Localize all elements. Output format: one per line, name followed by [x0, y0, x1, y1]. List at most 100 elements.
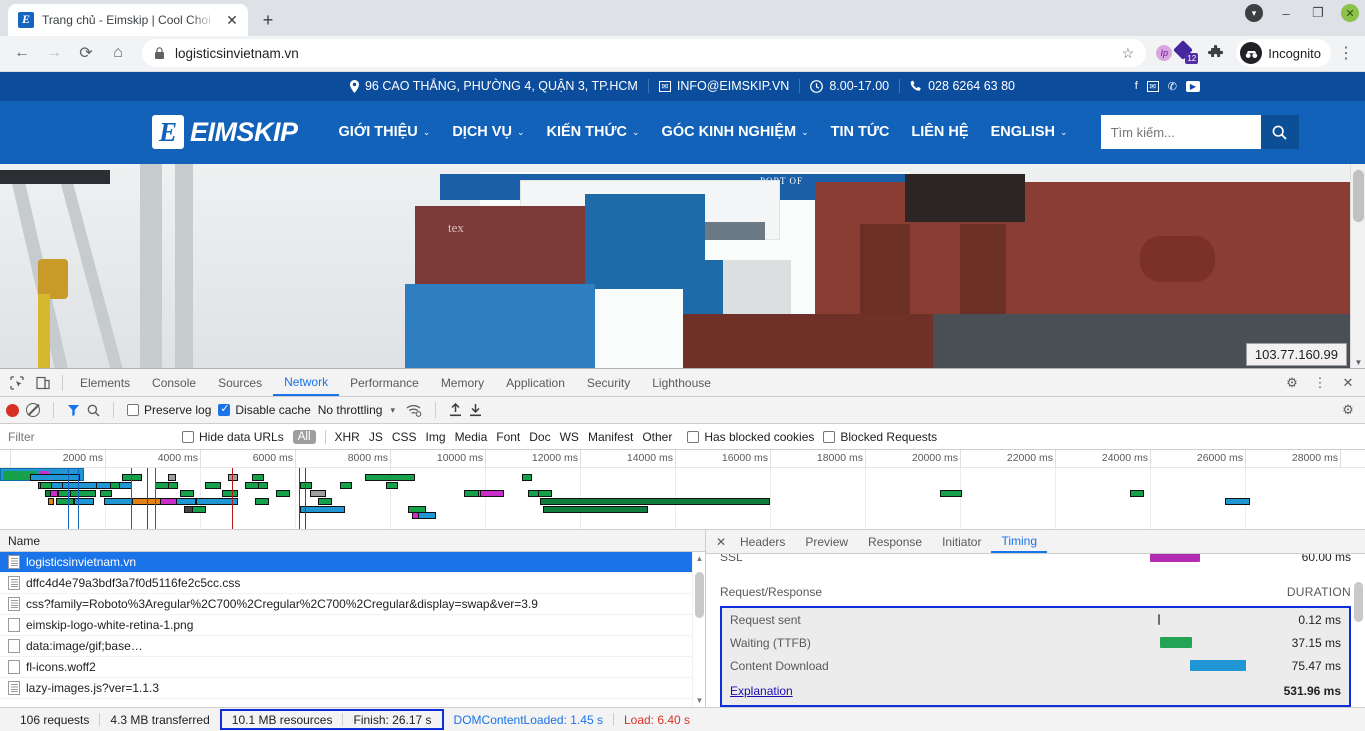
checkbox-box[interactable]: [218, 402, 231, 417]
record-button-icon[interactable]: [6, 403, 19, 417]
type-filter-doc[interactable]: Doc: [529, 430, 550, 444]
browser-tab[interactable]: E Trang chủ - Eimskip | Cool Choi ✕: [8, 3, 248, 36]
home-icon[interactable]: ⌂: [104, 39, 132, 67]
checkbox-box[interactable]: [127, 404, 139, 417]
type-filter-other[interactable]: Other: [642, 430, 672, 444]
close-icon[interactable]: ✕: [224, 12, 240, 28]
scroll-down-arrow-icon[interactable]: ▼: [693, 694, 705, 707]
tab-security[interactable]: Security: [576, 369, 641, 396]
table-row[interactable]: logisticsinvietnam.vn: [0, 552, 705, 574]
overview-waterfall[interactable]: [0, 468, 1365, 530]
type-filter-all[interactable]: All: [292, 429, 316, 444]
tab-headers[interactable]: Headers: [730, 530, 795, 553]
blocked-requests-checkbox[interactable]: Blocked Requests: [823, 430, 937, 444]
profile-incognito-button[interactable]: Incognito: [1236, 39, 1331, 68]
gear-icon[interactable]: ⚙: [1335, 397, 1361, 423]
type-filter-ws[interactable]: WS: [560, 430, 579, 444]
puzzle-extension-icon[interactable]: [1202, 39, 1230, 67]
filter-input[interactable]: [8, 429, 173, 444]
close-devtools-icon[interactable]: ✕: [1335, 370, 1361, 396]
inspect-element-icon[interactable]: [4, 370, 30, 396]
nav-item-kien-thuc[interactable]: KIẾN THỨC ⌄: [535, 124, 650, 140]
table-row[interactable]: lazy-images.js?ver=1.1.3: [0, 678, 705, 700]
search-input[interactable]: [1100, 115, 1261, 150]
restore-icon[interactable]: ▾: [1245, 4, 1263, 22]
throttling-select[interactable]: No throttling ▾: [318, 403, 395, 417]
more-options-icon[interactable]: ⋮: [1307, 370, 1333, 396]
network-overview[interactable]: 2000 ms 4000 ms 6000 ms 8000 ms 10000 ms…: [0, 450, 1365, 531]
maximize-icon[interactable]: ❐: [1309, 4, 1327, 22]
tab-network[interactable]: Network: [273, 369, 340, 397]
new-tab-button[interactable]: +: [254, 6, 282, 34]
scrollbar-thumb[interactable]: [695, 572, 704, 619]
tab-console[interactable]: Console: [141, 369, 207, 396]
youtube-icon[interactable]: ▶: [1186, 80, 1200, 92]
tab-initiator[interactable]: Initiator: [932, 530, 991, 553]
hide-data-urls-checkbox[interactable]: Hide data URLs: [182, 430, 284, 444]
explanation-link-text[interactable]: Explanation: [730, 684, 793, 698]
filter-icon[interactable]: [67, 404, 80, 417]
extension-purple-icon[interactable]: Ip: [1156, 45, 1173, 62]
tab-application[interactable]: Application: [495, 369, 576, 396]
facebook-icon[interactable]: f: [1135, 80, 1138, 92]
table-row[interactable]: eimskip-logo-white-retina-1.png: [0, 615, 705, 637]
tab-lighthouse[interactable]: Lighthouse: [641, 369, 722, 396]
type-filter-xhr[interactable]: XHR: [335, 430, 360, 444]
checkbox-box[interactable]: [823, 430, 836, 443]
window-close-icon[interactable]: ✕: [1341, 4, 1359, 22]
import-har-icon[interactable]: [449, 403, 462, 417]
scroll-down-arrow-icon[interactable]: ▼: [1351, 355, 1365, 368]
type-filter-font[interactable]: Font: [496, 430, 520, 444]
table-row[interactable]: dffc4d4e79a3bdf3a7f0d5116fe2c5cc.css: [0, 573, 705, 595]
table-row[interactable]: fl-icons.woff2: [0, 657, 705, 679]
clear-icon[interactable]: [26, 403, 40, 418]
tab-elements[interactable]: Elements: [69, 369, 141, 396]
type-filter-css[interactable]: CSS: [392, 430, 417, 444]
requests-column-header[interactable]: Name: [0, 530, 705, 553]
type-filter-js[interactable]: JS: [369, 430, 383, 444]
export-har-icon[interactable]: [469, 403, 482, 417]
extension-diamond-icon[interactable]: 12: [1173, 40, 1199, 65]
nav-item-goc-kinh-nghiem[interactable]: GÓC KINH NGHIỆM ⌄: [651, 124, 820, 140]
tab-sources[interactable]: Sources: [207, 369, 273, 396]
tab-timing[interactable]: Timing: [991, 530, 1048, 554]
checkbox-box[interactable]: [687, 430, 700, 443]
requests-list[interactable]: logisticsinvietnam.vn dffc4d4e79a3bdf3a7…: [0, 552, 705, 708]
wifi-icon[interactable]: [406, 404, 422, 417]
explanation-link[interactable]: Explanation: [730, 684, 1030, 698]
checkbox-box[interactable]: [182, 430, 194, 443]
nav-item-lien-he[interactable]: LIÊN HỆ: [900, 124, 979, 140]
bookmark-star-icon[interactable]: ☆: [1122, 45, 1135, 62]
preserve-log-checkbox[interactable]: Preserve log: [127, 403, 211, 417]
close-details-icon[interactable]: ✕: [712, 535, 730, 549]
nav-item-english[interactable]: ENGLISH ⌄: [980, 124, 1079, 140]
nav-item-gioi-thieu[interactable]: GIỚI THIỆU ⌄: [328, 124, 442, 140]
mail-icon[interactable]: ✉: [1146, 80, 1159, 92]
details-scrollbar[interactable]: [1352, 554, 1365, 708]
tab-memory[interactable]: Memory: [430, 369, 495, 396]
back-icon[interactable]: ←: [8, 39, 36, 67]
gear-icon[interactable]: ⚙: [1279, 370, 1305, 396]
table-row[interactable]: data:image/gif;base…: [0, 636, 705, 658]
page-scrollbar[interactable]: ▲ ▼: [1350, 163, 1365, 369]
disable-cache-checkbox[interactable]: Disable cache: [218, 402, 311, 417]
scrollbar-thumb[interactable]: [1353, 169, 1364, 222]
search-icon[interactable]: [87, 404, 100, 417]
has-blocked-cookies-checkbox[interactable]: Has blocked cookies: [687, 430, 814, 444]
site-logo[interactable]: E EIMSKIP: [152, 115, 298, 150]
device-toolbar-icon[interactable]: [30, 370, 56, 396]
tab-response[interactable]: Response: [858, 530, 932, 553]
browser-menu-icon[interactable]: ⋮: [1335, 43, 1357, 63]
type-filter-manifest[interactable]: Manifest: [588, 430, 633, 444]
requests-scrollbar[interactable]: ▲ ▼: [692, 552, 705, 708]
phone-social-icon[interactable]: ✆: [1168, 80, 1177, 93]
address-bar[interactable]: logisticsinvietnam.vn ☆: [142, 39, 1147, 68]
scrollbar-thumb[interactable]: [1354, 582, 1363, 623]
nav-item-tin-tuc[interactable]: TIN TỨC: [820, 124, 901, 140]
tab-performance[interactable]: Performance: [339, 369, 430, 396]
type-filter-media[interactable]: Media: [455, 430, 488, 444]
table-row[interactable]: css?family=Roboto%3Aregular%2C700%2Cregu…: [0, 594, 705, 616]
tab-preview[interactable]: Preview: [795, 530, 858, 553]
nav-item-dich-vu[interactable]: DỊCH VỤ ⌄: [441, 124, 535, 140]
forward-icon[interactable]: →: [40, 39, 68, 67]
